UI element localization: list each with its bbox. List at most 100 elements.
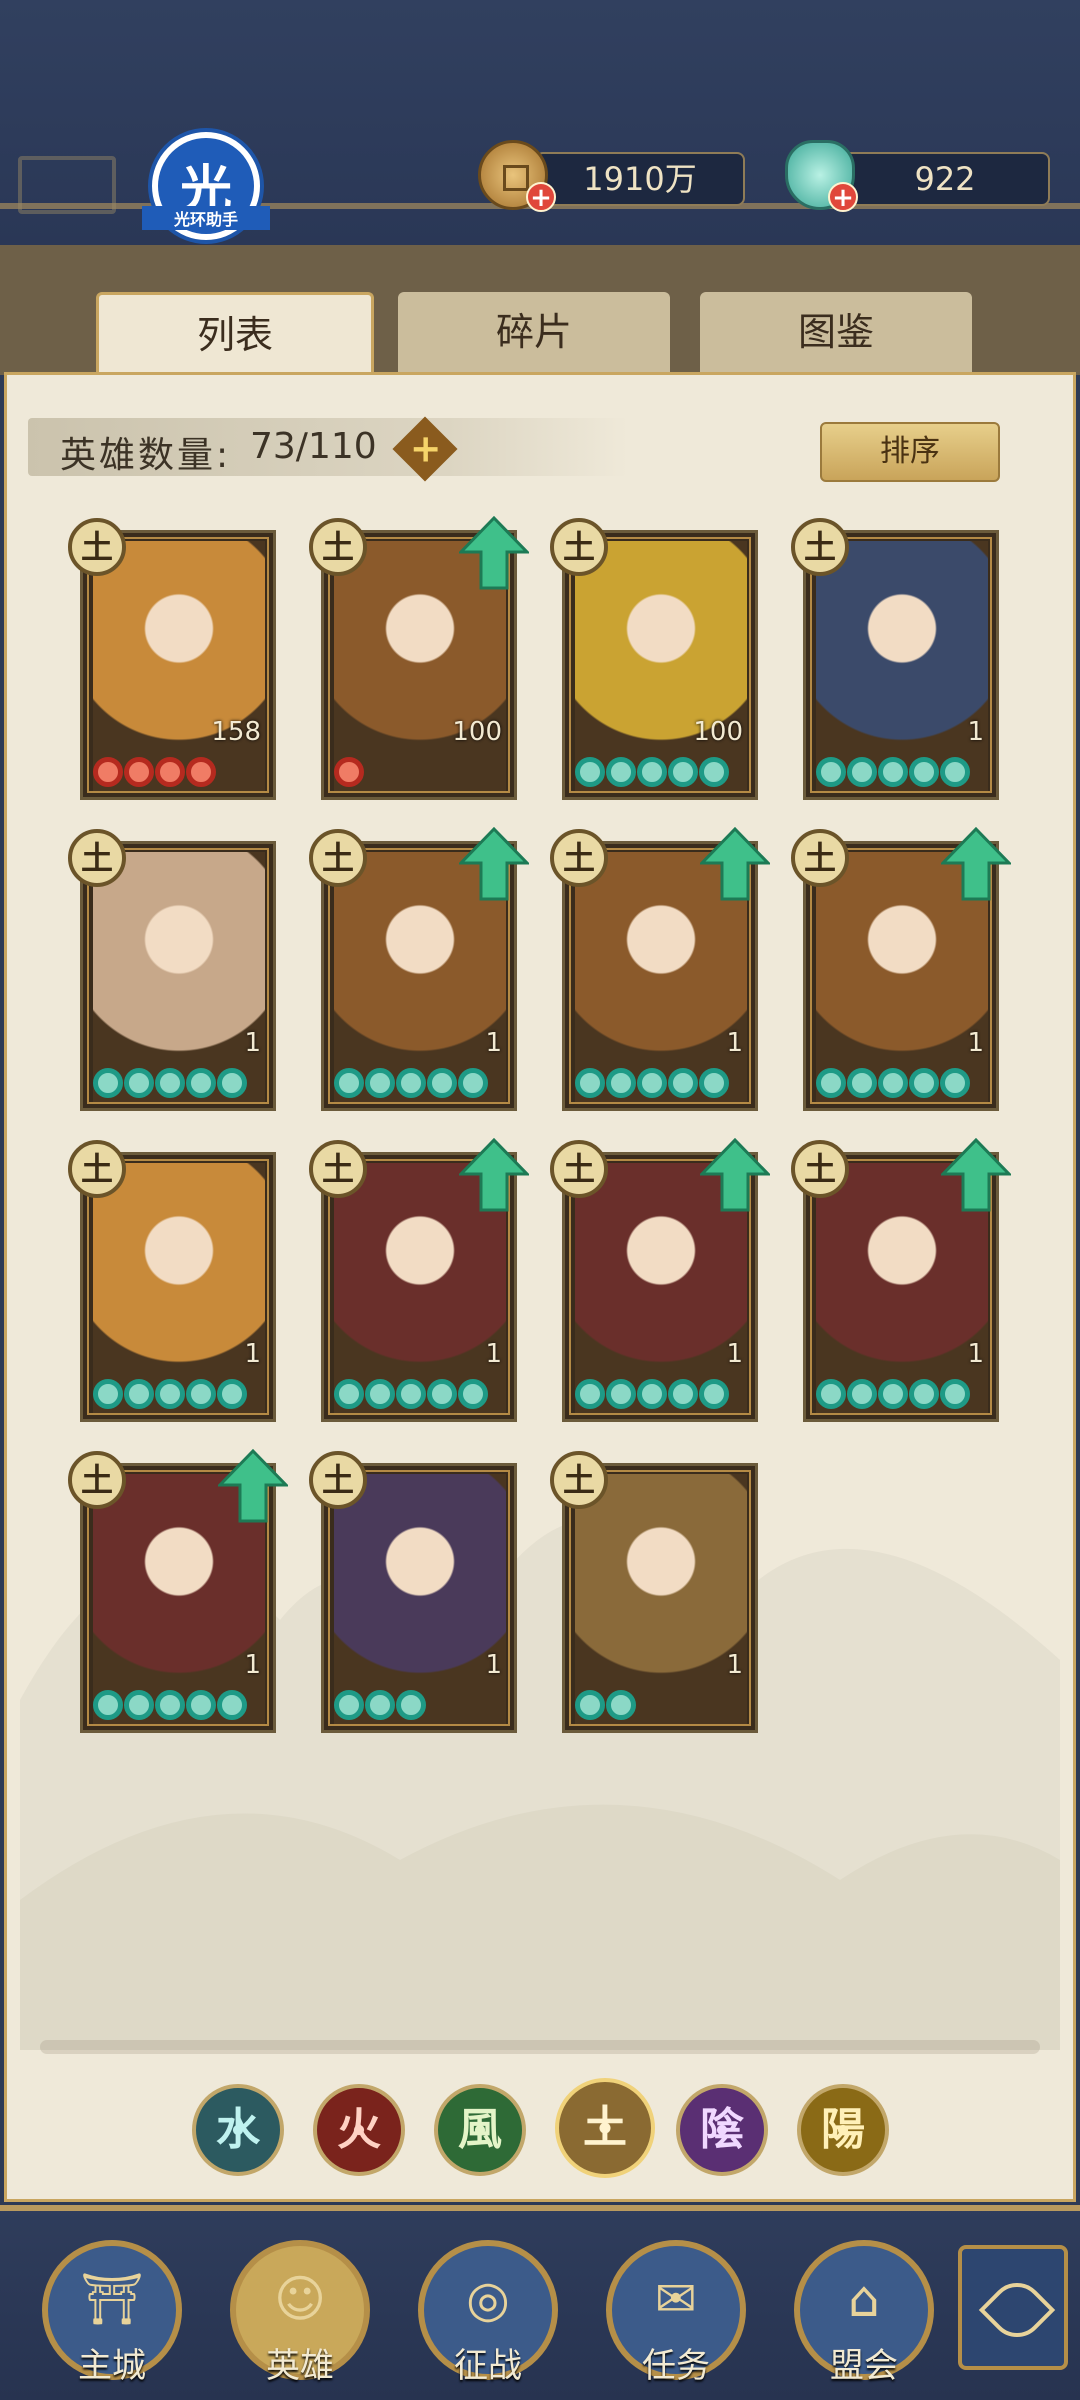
star-icon [217, 1379, 247, 1409]
tab-fragments[interactable]: 碎片 [398, 292, 670, 372]
star-rating [334, 757, 364, 791]
star-rating [334, 1690, 426, 1724]
star-icon [816, 1379, 846, 1409]
star-icon [396, 1379, 426, 1409]
star-rating [334, 1068, 488, 1102]
nav-label: 征战 [454, 2346, 522, 2386]
star-icon [699, 1068, 729, 1098]
star-rating [575, 1068, 729, 1102]
hero-count-label: 英雄数量: [60, 435, 232, 476]
star-icon [427, 1379, 457, 1409]
star-icon [124, 757, 154, 787]
star-icon [816, 757, 846, 787]
menu-button[interactable] [958, 2245, 1068, 2370]
earth-element-icon: 土 [791, 1140, 849, 1198]
star-rating [93, 1379, 247, 1413]
star-icon [940, 1068, 970, 1098]
star-icon [940, 757, 970, 787]
star-icon [637, 1068, 667, 1098]
upgrade-arrow-icon [939, 1137, 1013, 1212]
element-filter-button[interactable]: 陰 [676, 2084, 768, 2176]
star-icon [365, 1690, 395, 1720]
star-rating [93, 1690, 247, 1724]
coin-amount: 1910万 [535, 152, 745, 206]
star-icon [365, 1068, 395, 1098]
star-icon [637, 757, 667, 787]
ground-divider [40, 2040, 1040, 2054]
star-icon [93, 1068, 123, 1098]
hero-level: 1 [244, 1650, 261, 1680]
earth-element-icon: 土 [791, 829, 849, 887]
star-icon [878, 757, 908, 787]
add-jade-button[interactable]: + [828, 182, 858, 212]
element-filter-button[interactable]: 土 [555, 2078, 655, 2178]
card-frame [810, 537, 992, 793]
star-icon [365, 1379, 395, 1409]
upgrade-arrow-icon [457, 826, 531, 901]
star-icon [909, 757, 939, 787]
star-icon [93, 757, 123, 787]
star-icon [124, 1068, 154, 1098]
app-logo[interactable]: 光 光环助手 [142, 128, 270, 244]
nav-label: 任务 [642, 2346, 710, 2386]
star-icon [878, 1379, 908, 1409]
star-rating [816, 1379, 970, 1413]
star-rating [93, 1068, 247, 1102]
nav-label: 主城 [78, 2346, 146, 2386]
earth-element-icon: 土 [550, 1451, 608, 1509]
star-icon [878, 1068, 908, 1098]
earth-element-icon: 土 [68, 1451, 126, 1509]
star-icon [606, 1690, 636, 1720]
scroll-task-icon: ✉ [655, 2270, 697, 2328]
star-rating [816, 757, 970, 791]
tab-list[interactable]: 列表 [96, 292, 374, 373]
sort-button[interactable]: 排序 [820, 422, 1000, 482]
star-icon [458, 1068, 488, 1098]
hero-level: 1 [244, 1339, 261, 1369]
hero-level: 1 [967, 717, 984, 747]
star-icon [606, 1068, 636, 1098]
star-icon [124, 1690, 154, 1720]
upgrade-arrow-icon [939, 826, 1013, 901]
card-frame [87, 848, 269, 1104]
star-icon [699, 757, 729, 787]
star-icon [334, 757, 364, 787]
nav-label: 盟会 [830, 2346, 898, 2386]
star-icon [217, 1068, 247, 1098]
tab-codex[interactable]: 图鉴 [700, 292, 972, 372]
card-frame [569, 537, 751, 793]
element-filter-button[interactable]: 風 [434, 2084, 526, 2176]
card-frame [569, 1470, 751, 1726]
upgrade-arrow-icon [216, 1448, 290, 1523]
earth-element-icon: 土 [550, 518, 608, 576]
star-icon [668, 1379, 698, 1409]
star-icon [847, 1379, 877, 1409]
element-filter-button[interactable]: 火 [313, 2084, 405, 2176]
star-icon [186, 1068, 216, 1098]
earth-element-icon: 土 [309, 518, 367, 576]
hero-level: 1 [967, 1028, 984, 1058]
star-icon [940, 1379, 970, 1409]
star-icon [575, 1068, 605, 1098]
earth-element-icon: 土 [550, 1140, 608, 1198]
star-icon [575, 1690, 605, 1720]
ornament-scroll-icon [18, 156, 116, 214]
jade-amount: 922 [840, 152, 1050, 206]
star-icon [155, 757, 185, 787]
card-frame [87, 1159, 269, 1415]
star-icon [93, 1379, 123, 1409]
star-icon [155, 1379, 185, 1409]
star-icon [909, 1068, 939, 1098]
element-filter-button[interactable]: 水 [192, 2084, 284, 2176]
hero-level: 1 [726, 1339, 743, 1369]
alliance-icon: ⌂ [848, 2270, 880, 2328]
star-icon [396, 1690, 426, 1720]
earth-element-icon: 土 [68, 518, 126, 576]
add-coin-button[interactable]: + [526, 182, 556, 212]
star-icon [427, 1068, 457, 1098]
card-frame [87, 537, 269, 793]
element-filter-button[interactable]: 陽 [797, 2084, 889, 2176]
hero-portrait-icon: ☺ [273, 2270, 327, 2328]
hero-level: 1 [726, 1028, 743, 1058]
city-gate-icon: ⛩ [80, 2270, 144, 2328]
